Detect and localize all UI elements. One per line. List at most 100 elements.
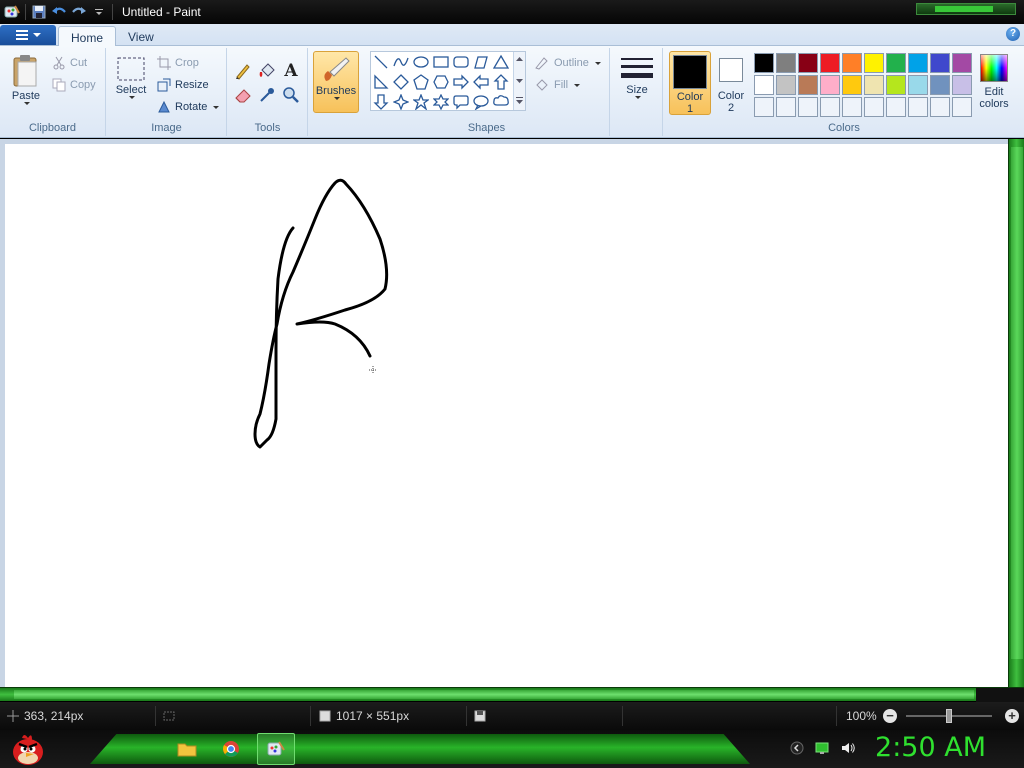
paint-menu-button[interactable] xyxy=(0,25,56,45)
color-swatch[interactable] xyxy=(930,97,950,117)
color-swatch[interactable] xyxy=(908,75,928,95)
outline-button[interactable]: Outline xyxy=(534,54,601,72)
cut-button[interactable]: Cut xyxy=(52,54,87,72)
color-swatch[interactable] xyxy=(908,53,928,73)
color-swatch[interactable] xyxy=(908,97,928,117)
six-point-star-shape-icon[interactable] xyxy=(431,92,451,112)
size-label: Size xyxy=(626,84,648,96)
oval-callout-shape-icon[interactable] xyxy=(471,92,491,112)
save-icon[interactable] xyxy=(29,2,49,22)
down-arrow-shape-icon[interactable] xyxy=(371,92,391,112)
vertical-scrollbar[interactable] xyxy=(1008,139,1024,687)
fill-bucket-icon[interactable] xyxy=(256,60,278,82)
copy-button[interactable]: Copy xyxy=(52,76,96,94)
color-1-button[interactable]: Color 1 xyxy=(669,51,711,115)
zoom-slider-thumb[interactable] xyxy=(946,709,952,723)
text-icon[interactable]: A xyxy=(280,60,302,82)
rotate-button[interactable]: Rotate xyxy=(157,98,220,116)
color-swatch[interactable] xyxy=(864,53,884,73)
diamond-shape-icon[interactable] xyxy=(391,72,411,92)
triangle-shape-icon[interactable] xyxy=(491,52,511,72)
color-swatch[interactable] xyxy=(886,53,906,73)
taskbar-clock[interactable]: 2:50 AM xyxy=(875,732,986,763)
undo-icon[interactable] xyxy=(49,2,69,22)
four-point-star-shape-icon[interactable] xyxy=(391,92,411,112)
paste-button[interactable]: Paste xyxy=(8,54,44,105)
edit-colors-button[interactable]: Edit colors xyxy=(976,54,1012,124)
right-triangle-shape-icon[interactable] xyxy=(371,72,391,92)
color-swatch[interactable] xyxy=(754,97,774,117)
tab-home[interactable]: Home xyxy=(58,26,117,47)
horizontal-scroll-thumb[interactable] xyxy=(14,690,974,699)
show-hidden-icons-icon[interactable] xyxy=(790,741,804,758)
color-swatch[interactable] xyxy=(820,75,840,95)
rounded-rectangle-shape-icon[interactable] xyxy=(451,52,471,72)
curve-shape-icon[interactable] xyxy=(391,52,411,72)
color-swatch[interactable] xyxy=(798,97,818,117)
size-button[interactable]: Size xyxy=(619,56,655,99)
eraser-icon[interactable] xyxy=(232,84,254,106)
help-icon[interactable]: ? xyxy=(1006,27,1020,41)
left-arrow-shape-icon[interactable] xyxy=(471,72,491,92)
zoom-in-button[interactable]: + xyxy=(1005,709,1019,723)
crop-button[interactable]: Crop xyxy=(157,54,199,72)
color-swatch[interactable] xyxy=(776,75,796,95)
folder-icon[interactable] xyxy=(176,738,198,760)
color-swatch[interactable] xyxy=(842,97,862,117)
hexagon-shape-icon[interactable] xyxy=(431,72,451,92)
color-swatch[interactable] xyxy=(864,75,884,95)
color-swatch[interactable] xyxy=(864,97,884,117)
color-swatch[interactable] xyxy=(952,75,972,95)
color-swatch[interactable] xyxy=(842,53,862,73)
color-swatch[interactable] xyxy=(930,75,950,95)
cloud-callout-shape-icon[interactable] xyxy=(491,92,511,112)
color-swatch[interactable] xyxy=(798,75,818,95)
color-swatch[interactable] xyxy=(886,97,906,117)
color-swatch[interactable] xyxy=(754,75,774,95)
color-2-button[interactable]: Color 2 xyxy=(714,51,748,115)
rounded-callout-shape-icon[interactable] xyxy=(451,92,471,112)
vertical-scroll-thumb[interactable] xyxy=(1011,147,1023,659)
color-swatch[interactable] xyxy=(754,53,774,73)
oval-shape-icon[interactable] xyxy=(411,52,431,72)
redo-icon[interactable] xyxy=(69,2,89,22)
color-swatch[interactable] xyxy=(776,97,796,117)
line-shape-icon[interactable] xyxy=(371,52,391,72)
zoom-out-button[interactable]: − xyxy=(883,709,897,723)
right-arrow-shape-icon[interactable] xyxy=(451,72,471,92)
color-swatch[interactable] xyxy=(952,97,972,117)
shapes-scrollbar[interactable] xyxy=(513,52,525,110)
color-swatch[interactable] xyxy=(842,75,862,95)
brushes-button[interactable]: Brushes xyxy=(313,51,359,113)
drawing-canvas[interactable] xyxy=(5,144,1008,687)
polygon-shape-icon[interactable] xyxy=(471,52,491,72)
color-swatch[interactable] xyxy=(952,53,972,73)
tab-view[interactable]: View xyxy=(116,26,166,47)
magnifier-icon[interactable] xyxy=(280,84,302,106)
select-button[interactable]: Select xyxy=(115,56,147,99)
volume-icon[interactable] xyxy=(840,741,856,758)
paint-app-icon[interactable] xyxy=(2,2,22,22)
copy-label: Copy xyxy=(70,79,96,91)
color-swatch[interactable] xyxy=(798,53,818,73)
horizontal-scrollbar[interactable] xyxy=(0,687,1024,702)
network-icon[interactable] xyxy=(814,741,830,758)
window-controls[interactable] xyxy=(916,3,1016,15)
five-point-star-shape-icon[interactable] xyxy=(411,92,431,112)
color-picker-icon[interactable] xyxy=(256,84,278,106)
resize-button[interactable]: Resize xyxy=(157,76,209,94)
rectangle-shape-icon[interactable] xyxy=(431,52,451,72)
chrome-icon[interactable] xyxy=(220,738,242,760)
color-swatch[interactable] xyxy=(886,75,906,95)
pencil-icon[interactable] xyxy=(232,60,254,82)
pentagon-shape-icon[interactable] xyxy=(411,72,431,92)
color-swatch[interactable] xyxy=(820,53,840,73)
fill-button[interactable]: Fill xyxy=(534,76,581,94)
color-swatch[interactable] xyxy=(930,53,950,73)
color-swatch[interactable] xyxy=(820,97,840,117)
color-swatch[interactable] xyxy=(776,53,796,73)
start-button[interactable] xyxy=(8,730,48,768)
shapes-gallery[interactable] xyxy=(370,51,526,111)
up-arrow-shape-icon[interactable] xyxy=(491,72,511,92)
customize-qat-icon[interactable] xyxy=(89,2,109,22)
